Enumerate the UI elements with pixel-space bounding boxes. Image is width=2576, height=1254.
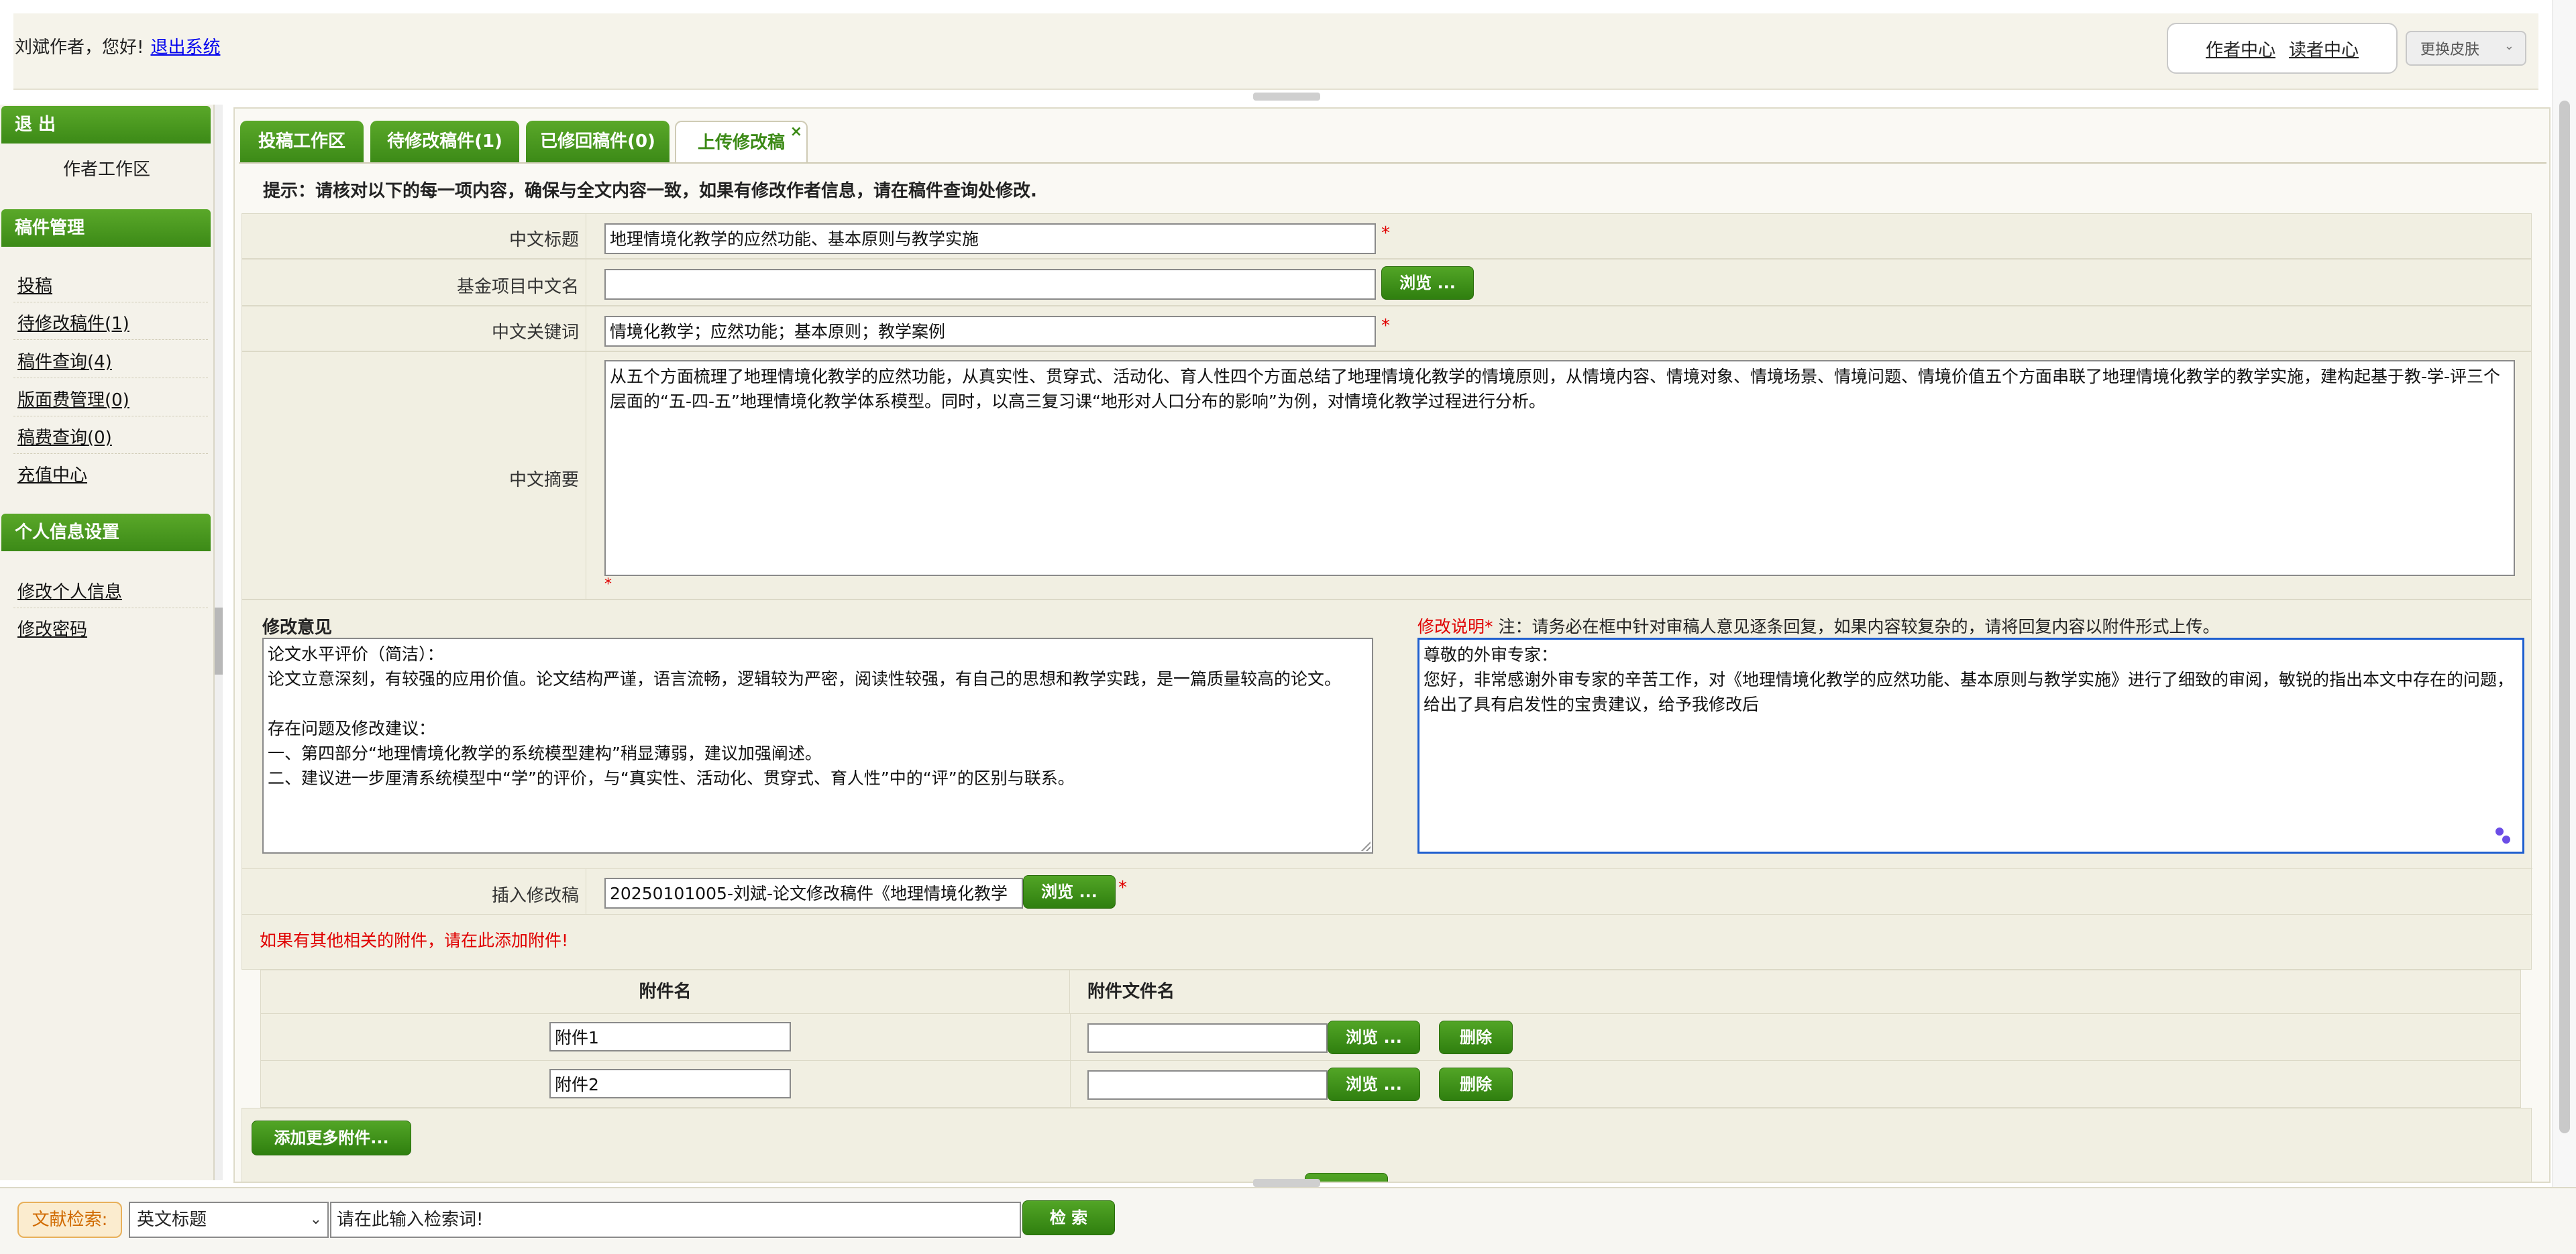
chevron-down-icon: ⌄ (309, 1211, 322, 1228)
tab-upload-revision[interactable]: 上传修改稿 × (675, 121, 808, 164)
sidebar: 退 出 作者工作区 稿件管理 投稿 待修改稿件(1) 稿件查询(4) 版面费管理… (0, 105, 215, 1180)
greeting-text: 刘斌作者，您好! (15, 38, 144, 58)
author-center-link[interactable]: 作者中心 (2206, 36, 2275, 61)
search-input[interactable]: 请在此输入检索词! (330, 1202, 1021, 1238)
close-icon[interactable]: × (790, 111, 802, 153)
user-greeting: 刘斌作者，您好! 退出系统 (15, 34, 220, 58)
sidebar-section-manuscript[interactable]: 稿件管理 (1, 209, 211, 247)
sidebar-item-page-fee[interactable]: 版面费管理(0) (17, 386, 129, 411)
keywords-label: 中文关键词 (491, 323, 579, 343)
actions-row: 添加更多附件... 提 交 (241, 1108, 2532, 1182)
tab-revised[interactable]: 已修回稿件(0) (526, 121, 669, 162)
insert-file-input[interactable]: 20250101005-刘斌-论文修改稿件《地理情境化教学 (604, 878, 1023, 909)
keywords-row: 中文关键词 情境化教学；应然功能；基本原则；教学案例 * (241, 306, 2532, 351)
main-panel: 投稿工作区 待修改稿件(1) 已修回稿件(0) 上传修改稿 × 提示：请核对以下… (233, 107, 2551, 1183)
keywords-input[interactable]: 情境化教学；应然功能；基本原则；教学案例 (604, 316, 1376, 347)
logout-link[interactable]: 退出系统 (150, 38, 220, 58)
attachment-hint: 如果有其他相关的附件，请在此添加附件! (260, 931, 569, 950)
reader-center-link[interactable]: 读者中心 (2289, 36, 2359, 61)
insert-label: 插入修改稿 (491, 886, 579, 906)
grammarly-icon[interactable] (2496, 828, 2512, 844)
attachment-file-input[interactable] (1087, 1023, 1328, 1053)
form-hint: 提示：请核对以下的每一项内容，确保与全文内容一致，如果有修改作者信息，请在稿件查… (263, 181, 1037, 201)
sidebar-scrollbar-thumb[interactable] (215, 608, 223, 675)
literature-search-label: 文献检索: (17, 1202, 122, 1238)
fund-label: 基金项目中文名 (456, 277, 579, 297)
attachment-name-input[interactable]: 附件1 (549, 1022, 791, 1051)
title-input[interactable]: 地理情境化教学的应然功能、基本原则与教学实施 (604, 223, 1376, 254)
top-splitter-handle[interactable] (1253, 93, 1320, 101)
review-label: 修改意见 (262, 618, 333, 638)
change-skin-label: 更换皮肤 (2420, 42, 2480, 58)
search-button[interactable]: 检 索 (1022, 1200, 1115, 1235)
attachment-delete-button[interactable]: 删除 (1439, 1068, 1513, 1101)
search-field-value: 英文标题 (137, 1210, 207, 1230)
abstract-row: 中文摘要 从五个方面梳理了地理情境化教学的应然功能，从真实性、贯穿式、活动化、育… (241, 351, 2532, 600)
revise-textarea[interactable]: 尊敬的外审专家： 您好，非常感谢外审专家的辛苦工作，对《地理情境化教学的应然功能… (1417, 638, 2524, 854)
attachments-table: 附件名 附件文件名 附件1 浏览 ... 删除 附件2 浏览 ... 删除 (260, 970, 2521, 1108)
fund-row: 基金项目中文名 浏览 ... (241, 259, 2532, 306)
table-row: 附件2 浏览 ... 删除 (261, 1060, 2520, 1107)
attachment-browse-button[interactable]: 浏览 ... (1328, 1021, 1420, 1054)
tab-upload-revision-label: 上传修改稿 (697, 133, 785, 153)
page-scrollbar[interactable] (2552, 0, 2576, 1187)
sidebar-section-personal[interactable]: 个人信息设置 (1, 514, 211, 551)
sidebar-item-submit[interactable]: 投稿 (17, 272, 52, 297)
search-field-select[interactable]: 英文标题 ⌄ (129, 1202, 329, 1238)
fund-input[interactable] (604, 269, 1376, 300)
add-more-attachments-button[interactable]: 添加更多附件... (252, 1121, 411, 1155)
attachment-file-header: 附件文件名 (1087, 982, 1175, 1002)
sidebar-exit-button[interactable]: 退 出 (1, 106, 211, 144)
sidebar-item-change-password[interactable]: 修改密码 (17, 616, 87, 640)
attachment-browse-button[interactable]: 浏览 ... (1328, 1068, 1420, 1101)
required-mark: * (604, 576, 612, 593)
sidebar-item-manuscript-query[interactable]: 稿件查询(4) (17, 348, 112, 373)
required-mark: * (1381, 223, 1390, 243)
page-scrollbar-thumb[interactable] (2559, 101, 2570, 1133)
review-text: 论文水平评价（简洁）： 论文立意深刻，有较强的应用价值。论文结构严谨，语言流畅，… (268, 644, 1342, 788)
center-switcher: 作者中心 读者中心 (2167, 23, 2398, 74)
required-mark: * (1118, 878, 1127, 898)
sidebar-item-pending-revision[interactable]: 待修改稿件(1) (17, 310, 129, 335)
chevron-down-icon: ⌄ (2504, 39, 2514, 53)
required-mark: * (1381, 316, 1390, 336)
attachment-delete-button[interactable]: 删除 (1439, 1021, 1513, 1054)
sidebar-author-workspace[interactable]: 作者工作区 (0, 156, 213, 180)
revise-label: 修改说明 (1417, 617, 1485, 636)
fund-browse-button[interactable]: 浏览 ... (1381, 266, 1474, 300)
review-row: 修改意见 论文水平评价（简洁）： 论文立意深刻，有较强的应用价值。论文结构严谨，… (241, 600, 2532, 970)
attachment-file-input[interactable] (1087, 1070, 1328, 1100)
attachment-name-input[interactable]: 附件2 (549, 1069, 791, 1098)
sidebar-item-royalty-query[interactable]: 稿费查询(0) (17, 424, 112, 449)
tab-pending-revision[interactable]: 待修改稿件(1) (370, 121, 519, 162)
bottom-splitter-handle[interactable] (1253, 1179, 1320, 1187)
required-mark: * (1485, 617, 1493, 636)
change-skin-button[interactable]: 更换皮肤 ⌄ (2406, 31, 2526, 66)
review-textarea: 论文水平评价（简洁）： 论文立意深刻，有较强的应用价值。论文结构严谨，语言流畅，… (262, 638, 1373, 854)
attachment-name-header: 附件名 (261, 970, 1070, 1013)
sidebar-scrollbar[interactable] (215, 105, 223, 1180)
literature-search-bar: 文献检索: 英文标题 ⌄ 请在此输入检索词! 检 索 (0, 1187, 2576, 1254)
abstract-label: 中文摘要 (508, 470, 579, 490)
title-row: 中文标题 地理情境化教学的应然功能、基本原则与教学实施 * (241, 213, 2532, 259)
tab-submission-workspace[interactable]: 投稿工作区 (240, 121, 364, 162)
sidebar-item-edit-profile[interactable]: 修改个人信息 (17, 578, 122, 603)
title-label: 中文标题 (508, 230, 579, 250)
sidebar-item-recharge[interactable]: 充值中心 (17, 461, 87, 486)
revise-text: 尊敬的外审专家： 您好，非常感谢外审专家的辛苦工作，对《地理情境化教学的应然功能… (1424, 645, 2514, 714)
insert-browse-button[interactable]: 浏览 ... (1023, 875, 1116, 909)
revise-header: 修改说明* 注：请务必在框中针对审稿人意见逐条回复，如果内容较复杂的，请将回复内… (1417, 614, 2219, 638)
top-header: 刘斌作者，您好! 退出系统 作者中心 读者中心 更换皮肤 ⌄ (13, 13, 2538, 90)
abstract-textarea[interactable]: 从五个方面梳理了地理情境化教学的应然功能，从真实性、贯穿式、活动化、育人性四个方… (604, 360, 2515, 576)
revise-note: 注：请务必在框中针对审稿人意见逐条回复，如果内容较复杂的，请将回复内容以附件形式… (1498, 617, 2220, 636)
table-row: 附件1 浏览 ... 删除 (261, 1013, 2520, 1060)
